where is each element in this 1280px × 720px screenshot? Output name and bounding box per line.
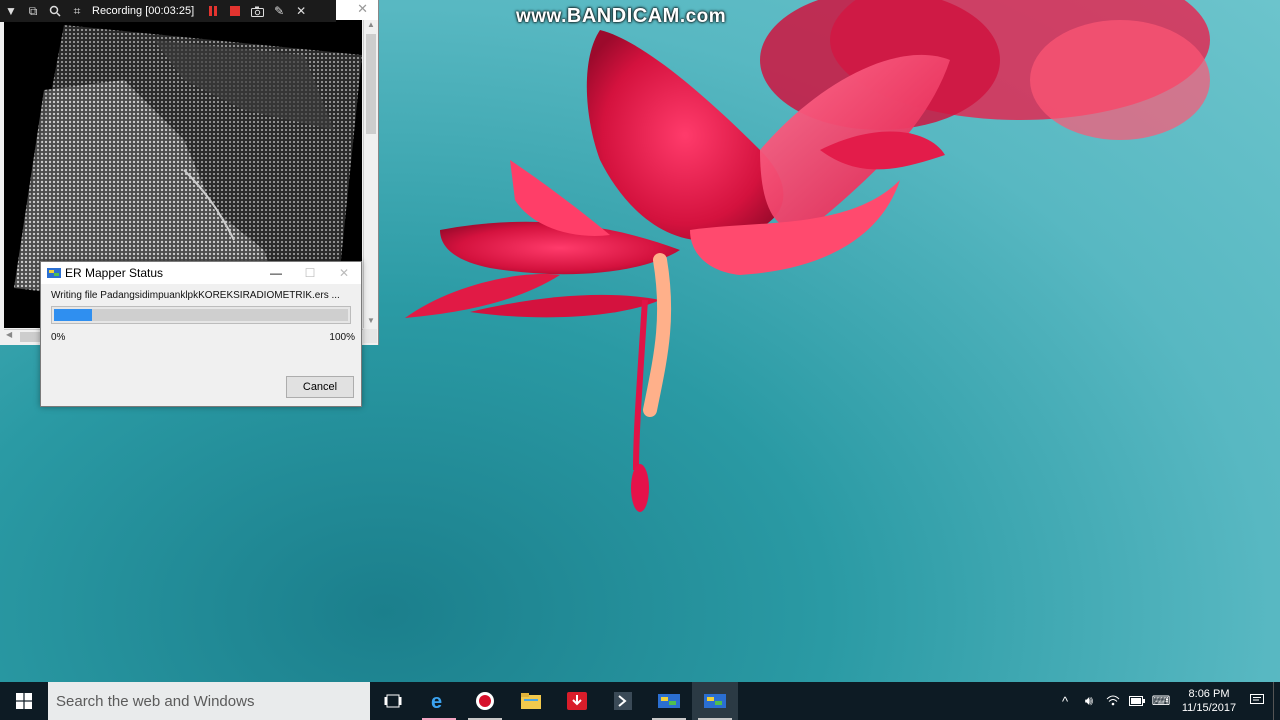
crop-icon[interactable]: ⌗	[66, 0, 88, 22]
progress-track	[54, 309, 348, 321]
file-explorer-icon[interactable]	[508, 682, 554, 720]
cancel-button[interactable]: Cancel	[286, 376, 354, 398]
bandicam-watermark: www.BANDICAM.com	[516, 5, 726, 28]
viewer-close-icon[interactable]: ✕	[357, 1, 368, 17]
status-message: Writing file PadangsidimpuanklpkKOREKSIR…	[51, 290, 340, 301]
vertical-scrollbar[interactable]: ▲ ▼	[363, 20, 378, 328]
git-app-icon[interactable]	[600, 682, 646, 720]
status-dialog: ER Mapper Status — ☐ ✕ Writing file Pada…	[40, 261, 362, 407]
minimize-icon[interactable]: —	[259, 266, 293, 280]
edge-icon[interactable]: e	[416, 682, 462, 720]
recording-timer: Recording [00:03:25]	[92, 5, 195, 17]
stop-icon[interactable]	[224, 0, 246, 22]
close-icon: ✕	[338, 266, 350, 280]
dialog-titlebar: ER Mapper Status — ☐ ✕	[41, 262, 361, 284]
download-manager-icon[interactable]	[554, 682, 600, 720]
watermark-brand: BANDICAM	[566, 5, 680, 27]
maximize-icon: ☐	[304, 266, 316, 280]
system-tray: ^ 🔊︎ ⌨︎ 8:06 PM 11/15/2017	[1053, 682, 1280, 720]
er-mapper-icon	[47, 268, 61, 278]
notifications-icon[interactable]	[1245, 693, 1269, 709]
recording-toolbar: ▼ ⧉ ⌗ Recording [00:03:25] ✎ ✕	[0, 0, 336, 22]
progress-fill	[54, 309, 93, 321]
clock[interactable]: 8:06 PM 11/15/2017	[1173, 687, 1245, 715]
scroll-up-icon[interactable]: ▲	[364, 20, 378, 32]
close-icon[interactable]: ✕	[290, 0, 312, 22]
windows-logo-icon	[16, 693, 32, 709]
search-icon[interactable]	[44, 0, 66, 22]
viewer-titlebar: ✕	[336, 0, 378, 20]
start-button[interactable]	[0, 682, 48, 720]
window-select-icon[interactable]: ⧉	[22, 0, 44, 22]
taskbar-apps: e	[370, 682, 738, 720]
wifi-icon[interactable]	[1101, 694, 1125, 709]
taskbar: Search the web and Windows e ^ 🔊︎ ⌨︎ 8:0…	[0, 682, 1280, 720]
progress-bar	[51, 306, 351, 324]
watermark-suffix: .com	[679, 6, 727, 27]
camera-icon[interactable]	[246, 0, 268, 22]
volume-icon[interactable]: 🔊︎	[1077, 693, 1101, 709]
er-mapper-taskbar-icon[interactable]	[646, 682, 692, 720]
chevron-up-icon[interactable]: ^	[1053, 694, 1077, 709]
pause-icon[interactable]	[202, 0, 224, 22]
show-desktop-button[interactable]	[1273, 682, 1280, 720]
pencil-icon[interactable]: ✎	[268, 0, 290, 22]
search-box[interactable]: Search the web and Windows	[48, 682, 370, 720]
battery-icon[interactable]	[1125, 694, 1149, 709]
search-placeholder: Search the web and Windows	[56, 692, 255, 710]
clock-time: 8:06 PM	[1188, 688, 1230, 700]
watermark-prefix: www.	[516, 6, 567, 27]
scroll-down-icon[interactable]: ▼	[364, 316, 378, 328]
dialog-title: ER Mapper Status	[65, 266, 164, 280]
keyboard-icon[interactable]: ⌨︎	[1149, 693, 1173, 709]
scroll-left-icon[interactable]: ◀	[6, 330, 12, 339]
vertical-scroll-thumb[interactable]	[366, 34, 376, 134]
scrollbar-corner	[363, 329, 377, 343]
bandicam-icon[interactable]	[462, 682, 508, 720]
svg-text:e: e	[431, 691, 442, 711]
clock-date: 11/15/2017	[1181, 702, 1237, 714]
progress-min-label: 0%	[51, 332, 66, 343]
chevron-down-icon[interactable]: ▼	[0, 0, 22, 22]
task-view-icon[interactable]	[370, 682, 416, 720]
er-mapper-active-icon[interactable]	[692, 682, 738, 720]
progress-max-label: 100%	[329, 332, 355, 343]
